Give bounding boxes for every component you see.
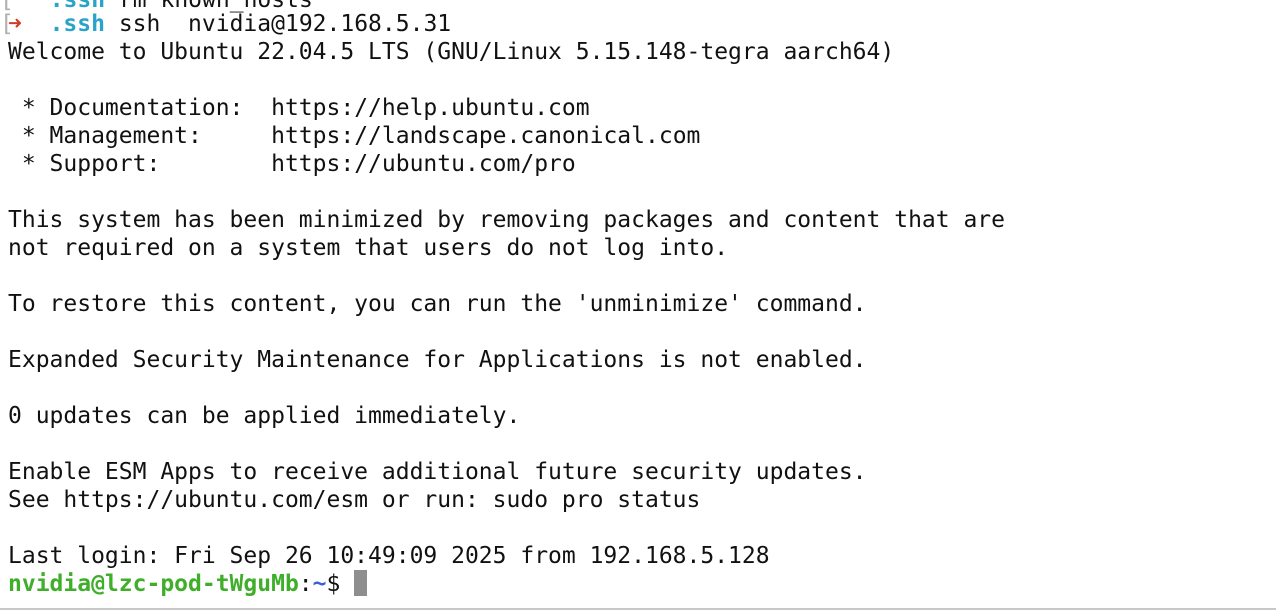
support-label: * Support: [8,151,161,177]
ssh-command-text: ssh nvidia@192.168.5.31 [118,11,452,37]
prompt-arrow-icon: ➜ [8,11,22,37]
documentation-label: * Documentation: [8,95,244,121]
last-login-line: Last login: Fri Sep 26 10:49:09 2025 fro… [8,543,770,569]
text-cursor [354,570,368,596]
minimized-notice-line-2: not required on a system that users do n… [8,235,729,261]
support-link[interactable]: https://ubuntu.com/pro [271,151,576,177]
management-link[interactable]: https://landscape.canonical.com [271,123,700,149]
ssh-command-line: ➜ .ssh ssh nvidia@192.168.5.31 [8,10,451,38]
esm-notice: Expanded Security Maintenance for Applic… [8,347,867,373]
prompt-directory: .ssh [49,11,105,37]
documentation-line: * Documentation: https://help.ubuntu.com [8,94,590,122]
support-line: * Support: https://ubuntu.com/pro [8,150,576,178]
restore-notice: To restore this content, you can run the… [8,291,867,317]
minimized-notice-line-1: This system has been minimized by removi… [8,207,1005,233]
esm-see-notice: See https://ubuntu.com/esm or run: sudo … [8,487,701,513]
shell-prompt-line[interactable]: nvidia@lzc-pod-tWguMb:~$ [8,570,368,598]
management-label: * Management: [8,123,202,149]
management-line: * Management: https://landscape.canonica… [8,122,701,150]
updates-notice: 0 updates can be applied immediately. [8,403,521,429]
documentation-link[interactable]: https://help.ubuntu.com [271,95,590,121]
terminal-window[interactable]: [ .ssh rm known_hosts [ ➜ .ssh ssh nvidi… [0,0,1276,610]
prompt-separator: : [298,571,313,597]
esm-enable-notice: Enable ESM Apps to receive additional fu… [8,459,867,485]
welcome-message: Welcome to Ubuntu 22.04.5 LTS (GNU/Linux… [8,39,895,65]
prompt-path: ~ [312,571,327,597]
prompt-user-host: nvidia@lzc-pod-tWguMb [8,571,299,597]
prompt-symbol: $ [326,571,355,597]
